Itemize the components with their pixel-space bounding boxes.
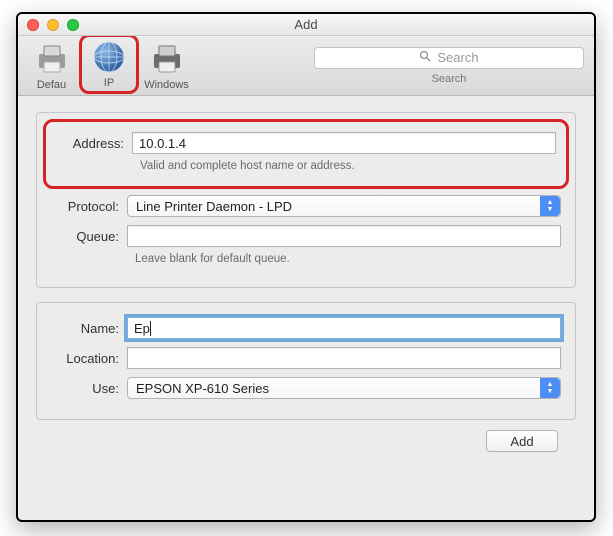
protocol-row: Protocol: Line Printer Daemon - LPD ▲▼	[51, 195, 561, 217]
chevron-updown-icon: ▲▼	[540, 378, 560, 398]
use-row: Use: EPSON XP-610 Series ▲▼	[51, 377, 561, 399]
toolbar-default-label: Defau	[37, 79, 66, 91]
window-title: Add	[18, 17, 594, 32]
printer-icon	[34, 41, 70, 77]
queue-input[interactable]	[127, 225, 561, 247]
use-label: Use:	[51, 381, 127, 396]
protocol-label: Protocol:	[51, 199, 127, 214]
location-label: Location:	[51, 351, 127, 366]
toolbar-windows[interactable]: Windows	[143, 41, 190, 91]
add-printer-window: Add Defau	[16, 12, 596, 522]
identity-group: Name: Ep Location: Use: EPSON XP-610 Ser…	[36, 302, 576, 420]
printer-windows-icon	[149, 41, 185, 77]
name-row: Name: Ep	[51, 317, 561, 339]
footer: Add	[36, 420, 576, 452]
globe-icon	[91, 39, 127, 75]
toolbar-ip[interactable]: IP	[84, 39, 134, 89]
toolbar-windows-label: Windows	[144, 79, 189, 91]
add-button[interactable]: Add	[486, 430, 558, 452]
add-button-label: Add	[510, 434, 533, 449]
queue-label: Queue:	[51, 229, 127, 244]
titlebar: Add	[18, 14, 594, 36]
address-row: Address: 10.0.1.4	[56, 132, 556, 154]
search-input[interactable]: Search	[314, 47, 584, 69]
queue-help: Leave blank for default queue.	[135, 253, 561, 265]
location-input[interactable]	[127, 347, 561, 369]
toolbar-ip-label: IP	[104, 77, 114, 89]
search-wrap: Search Search	[314, 47, 584, 85]
protocol-select[interactable]: Line Printer Daemon - LPD ▲▼	[127, 195, 561, 217]
name-label: Name:	[51, 321, 127, 336]
use-value: EPSON XP-610 Series	[136, 381, 269, 396]
name-value: Ep	[134, 321, 150, 336]
address-value: 10.0.1.4	[139, 136, 186, 151]
address-highlight: Address: 10.0.1.4 Valid and complete hos…	[43, 119, 569, 189]
ip-tab-highlight: IP	[79, 34, 139, 94]
queue-row: Queue:	[51, 225, 561, 247]
name-input[interactable]: Ep	[127, 317, 561, 339]
toolbar-default[interactable]: Defau	[28, 41, 75, 91]
location-row: Location:	[51, 347, 561, 369]
chevron-updown-icon: ▲▼	[540, 196, 560, 216]
search-label: Search	[432, 73, 467, 85]
address-label: Address:	[56, 136, 132, 151]
address-help: Valid and complete host name or address.	[140, 160, 556, 172]
search-icon	[419, 50, 431, 65]
search-placeholder: Search	[437, 50, 478, 65]
use-select[interactable]: EPSON XP-610 Series ▲▼	[127, 377, 561, 399]
address-input[interactable]: 10.0.1.4	[132, 132, 556, 154]
text-cursor	[150, 321, 151, 336]
content-area: Address: 10.0.1.4 Valid and complete hos…	[18, 96, 594, 462]
connection-group: Address: 10.0.1.4 Valid and complete hos…	[36, 112, 576, 288]
toolbar: Defau	[18, 36, 594, 96]
protocol-value: Line Printer Daemon - LPD	[136, 199, 292, 214]
